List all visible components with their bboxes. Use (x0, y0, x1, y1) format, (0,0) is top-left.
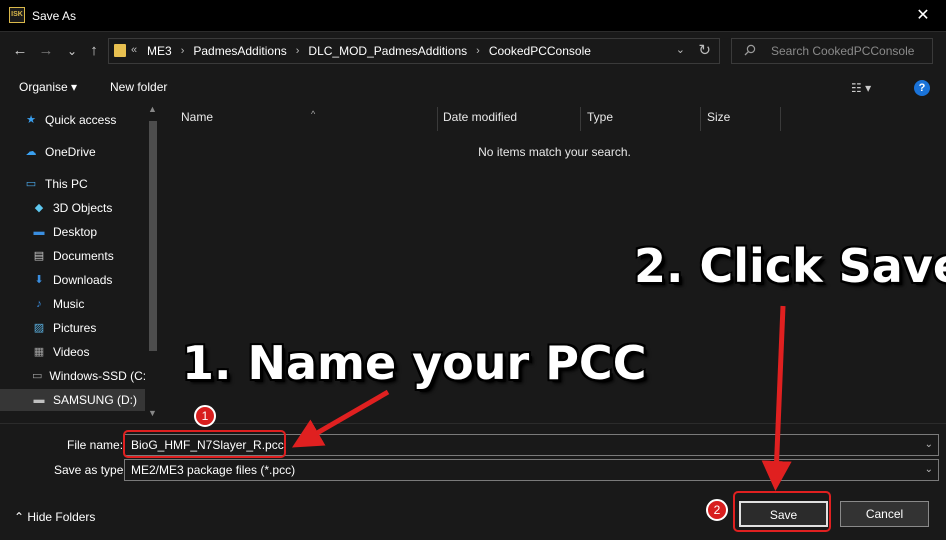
breadcrumb-item[interactable]: CookedPCConsole (489, 44, 591, 58)
column-label: Name (181, 110, 214, 124)
drive-icon: ▬ (33, 394, 45, 406)
chevron-down-icon[interactable]: ⌄ (676, 43, 685, 56)
step-1-badge: 1 (194, 405, 216, 427)
sidebar-scrollbar[interactable]: ▲ ▼ (145, 103, 161, 423)
organise-menu[interactable]: Organise ▾ (19, 80, 77, 94)
column-header-type[interactable]: Type (579, 107, 701, 131)
search-input[interactable]: Search CookedPCConsole (731, 38, 933, 64)
sidebar-item[interactable]: ▬ Desktop (32, 221, 145, 243)
save-type-value: ME2/ME3 package files (*.pcc) (131, 463, 296, 477)
sidebar-item-label: 3D Objects (53, 201, 113, 215)
sidebar-item-label: Music (53, 297, 85, 311)
address-bar[interactable]: « ME3 › PadmesAdditions › DLC_MOD_Padmes… (108, 38, 720, 64)
file-name-highlight (123, 430, 286, 458)
hide-folders-button[interactable]: ⌃ Hide Folders (14, 510, 95, 524)
sort-caret-icon: ^ (311, 109, 316, 119)
column-header-date[interactable]: Date modified (435, 107, 581, 131)
app-icon: ISK (9, 7, 25, 23)
chevron-right-icon[interactable]: › (296, 45, 300, 57)
step-2-badge: 2 (706, 499, 728, 521)
sidebar-item-label: SAMSUNG (D:) (53, 393, 137, 407)
sidebar-item-label: This PC (45, 177, 88, 191)
refresh-icon[interactable]: ↻ (698, 41, 711, 59)
videos-icon: ▦ (33, 346, 45, 358)
step-1-callout: 1. Name your PCC (182, 336, 647, 390)
step-2-callout: 2. Click Save (634, 239, 946, 293)
music-icon: ♪ (36, 298, 42, 310)
view-options-icon[interactable]: ☷ ▾ (851, 81, 871, 95)
sidebar-item[interactable]: ▬ SAMSUNG (D:) (0, 389, 145, 411)
breadcrumb-item[interactable]: ME3 (147, 44, 172, 58)
help-icon[interactable]: ? (914, 80, 930, 96)
desktop-icon: ▬ (33, 226, 45, 238)
folder-icon (114, 44, 126, 57)
pictures-icon: ▨ (33, 322, 45, 334)
back-arrow-icon[interactable]: ← (10, 41, 30, 61)
sidebar-item[interactable]: ★ Quick access (24, 109, 145, 131)
search-icon (744, 44, 756, 56)
save-type-select[interactable]: ME2/ME3 package files (*.pcc) ⌄ (124, 459, 939, 481)
sidebar-item[interactable]: ▨ Pictures (32, 317, 145, 339)
sidebar-item[interactable]: ▤ Documents (32, 245, 145, 267)
save-button-highlight (733, 491, 831, 532)
document-icon: ▤ (33, 250, 45, 262)
sidebar-item-label: Videos (53, 345, 90, 359)
cancel-button[interactable]: Cancel (840, 501, 929, 527)
breadcrumb-item[interactable]: PadmesAdditions (193, 44, 286, 58)
sidebar-item-label: Pictures (53, 321, 97, 335)
sidebar-item-label: Desktop (53, 225, 98, 239)
command-toolbar: Organise ▾ New folder ☷ ▾ ? (0, 72, 946, 102)
close-icon[interactable]: ✕ (900, 0, 946, 32)
scroll-down-icon[interactable]: ▼ (148, 408, 157, 418)
save-type-label: Save as type: (54, 463, 127, 477)
forward-arrow-icon[interactable]: → (36, 41, 56, 61)
chevron-right-icon[interactable]: › (476, 45, 480, 57)
sidebar-item-label: OneDrive (45, 145, 96, 159)
sidebar-item[interactable]: ▭ This PC (24, 173, 145, 195)
sidebar-item[interactable]: ⬇ Downloads (32, 269, 145, 291)
window-title: Save As (32, 9, 77, 23)
sidebar-item-label: Documents (53, 249, 114, 263)
chevron-right-icon[interactable]: › (181, 45, 185, 57)
sidebar-item-label: Windows-SSD (C: (49, 369, 147, 383)
up-arrow-icon[interactable]: ↑ (84, 41, 104, 61)
column-label: Date modified (443, 110, 518, 124)
new-folder-button[interactable]: New folder (110, 80, 167, 94)
title-bar: ISK Save As ✕ (0, 0, 946, 32)
chevron-down-icon[interactable]: ⌄ (925, 439, 933, 450)
column-label: Size (707, 110, 731, 124)
sidebar-item-label: Downloads (53, 273, 113, 287)
chevron-down-icon[interactable]: ⌄ (925, 464, 933, 475)
computer-icon: ▭ (25, 178, 37, 190)
star-icon: ★ (26, 114, 36, 126)
recent-locations-icon[interactable]: ⌄ (62, 41, 82, 61)
column-label: Type (587, 110, 614, 124)
column-header-name[interactable]: ^ Name (173, 107, 438, 131)
sidebar-item[interactable]: ◆ 3D Objects (32, 197, 145, 219)
column-header-size[interactable]: Size (699, 107, 781, 131)
overflow-chevrons-icon[interactable]: « (131, 44, 137, 56)
empty-message: No items match your search. (478, 145, 631, 159)
sidebar-item-label: Quick access (45, 113, 117, 127)
scroll-up-icon[interactable]: ▲ (148, 104, 157, 114)
scroll-thumb[interactable] (149, 121, 157, 351)
sidebar-item[interactable]: ▦ Videos (32, 341, 145, 363)
sidebar-item[interactable]: ▭ Windows-SSD (C: (32, 365, 147, 387)
breadcrumb-item[interactable]: DLC_MOD_PadmesAdditions (308, 44, 467, 58)
navigation-pane: ★ Quick access ☁ OneDrive ▭ This PC ◆ 3D Object… (0, 103, 161, 423)
sidebar-item[interactable]: ☁ OneDrive (24, 141, 145, 163)
navigation-bar: ← → ⌄ ↑ « ME3 › PadmesAdditions › DLC_MO… (0, 33, 946, 71)
breadcrumb: ME3 › PadmesAdditions › DLC_MOD_PadmesAd… (147, 44, 591, 58)
sidebar-item[interactable]: ♪ Music (32, 293, 145, 315)
drive-icon: ▭ (32, 370, 43, 382)
cube-icon: ◆ (34, 202, 44, 214)
download-icon: ⬇ (34, 274, 44, 286)
cloud-icon: ☁ (25, 146, 37, 158)
file-name-label: File name: (67, 438, 124, 452)
search-placeholder: Search CookedPCConsole (771, 44, 915, 58)
